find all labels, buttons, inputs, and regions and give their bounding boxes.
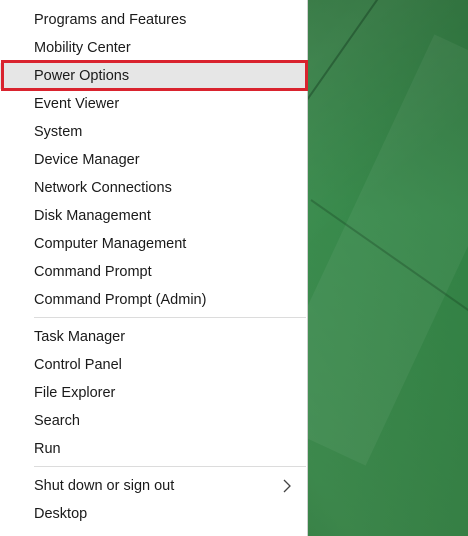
menu-separator [34,317,306,318]
menu-item-mobility-center[interactable]: Mobility Center [0,35,307,61]
menu-item-label: Programs and Features [34,12,187,28]
menu-item-label: Control Panel [34,357,122,373]
menu-item-label: Desktop [34,506,88,522]
menu-item-label: Command Prompt [34,264,152,280]
menu-item-label: System [34,124,83,140]
menu-item-label: Event Viewer [34,96,120,112]
menu-item-label: Shut down or sign out [34,478,175,494]
menu-item-device-manager[interactable]: Device Manager [0,147,307,173]
menu-item-label: Run [34,441,61,457]
menu-item-label: Device Manager [34,152,140,168]
menu-separator [34,466,306,467]
menu-item-label: Mobility Center [34,40,131,56]
menu-item-disk-management[interactable]: Disk Management [0,203,307,229]
menu-item-label: Search [34,413,80,429]
menu-item-event-viewer[interactable]: Event Viewer [0,91,307,117]
annotation-highlight-box [1,60,308,91]
menu-item-label: Command Prompt (Admin) [34,292,207,308]
menu-item-computer-management[interactable]: Computer Management [0,231,307,257]
menu-item-run[interactable]: Run [0,436,307,462]
menu-item-network-connections[interactable]: Network Connections [0,175,307,201]
menu-item-file-explorer[interactable]: File Explorer [0,380,307,406]
menu-item-command-prompt[interactable]: Command Prompt [0,259,307,285]
menu-item-command-prompt-admin[interactable]: Command Prompt (Admin) [0,287,307,313]
menu-item-desktop[interactable]: Desktop [0,501,307,527]
menu-item-shut-down-or-sign-out[interactable]: Shut down or sign out [0,473,307,499]
power-user-context-menu: Programs and Features Mobility Center Po… [0,0,308,536]
menu-item-label: File Explorer [34,385,116,401]
menu-item-system[interactable]: System [0,119,307,145]
menu-item-label: Network Connections [34,180,172,196]
menu-item-label: Disk Management [34,208,151,224]
menu-item-search[interactable]: Search [0,408,307,434]
menu-item-programs-and-features[interactable]: Programs and Features [0,7,307,33]
menu-item-task-manager[interactable]: Task Manager [0,324,307,350]
menu-item-label: Task Manager [34,329,126,345]
chevron-right-icon [283,479,291,493]
menu-item-label: Computer Management [34,236,187,252]
menu-item-control-panel[interactable]: Control Panel [0,352,307,378]
